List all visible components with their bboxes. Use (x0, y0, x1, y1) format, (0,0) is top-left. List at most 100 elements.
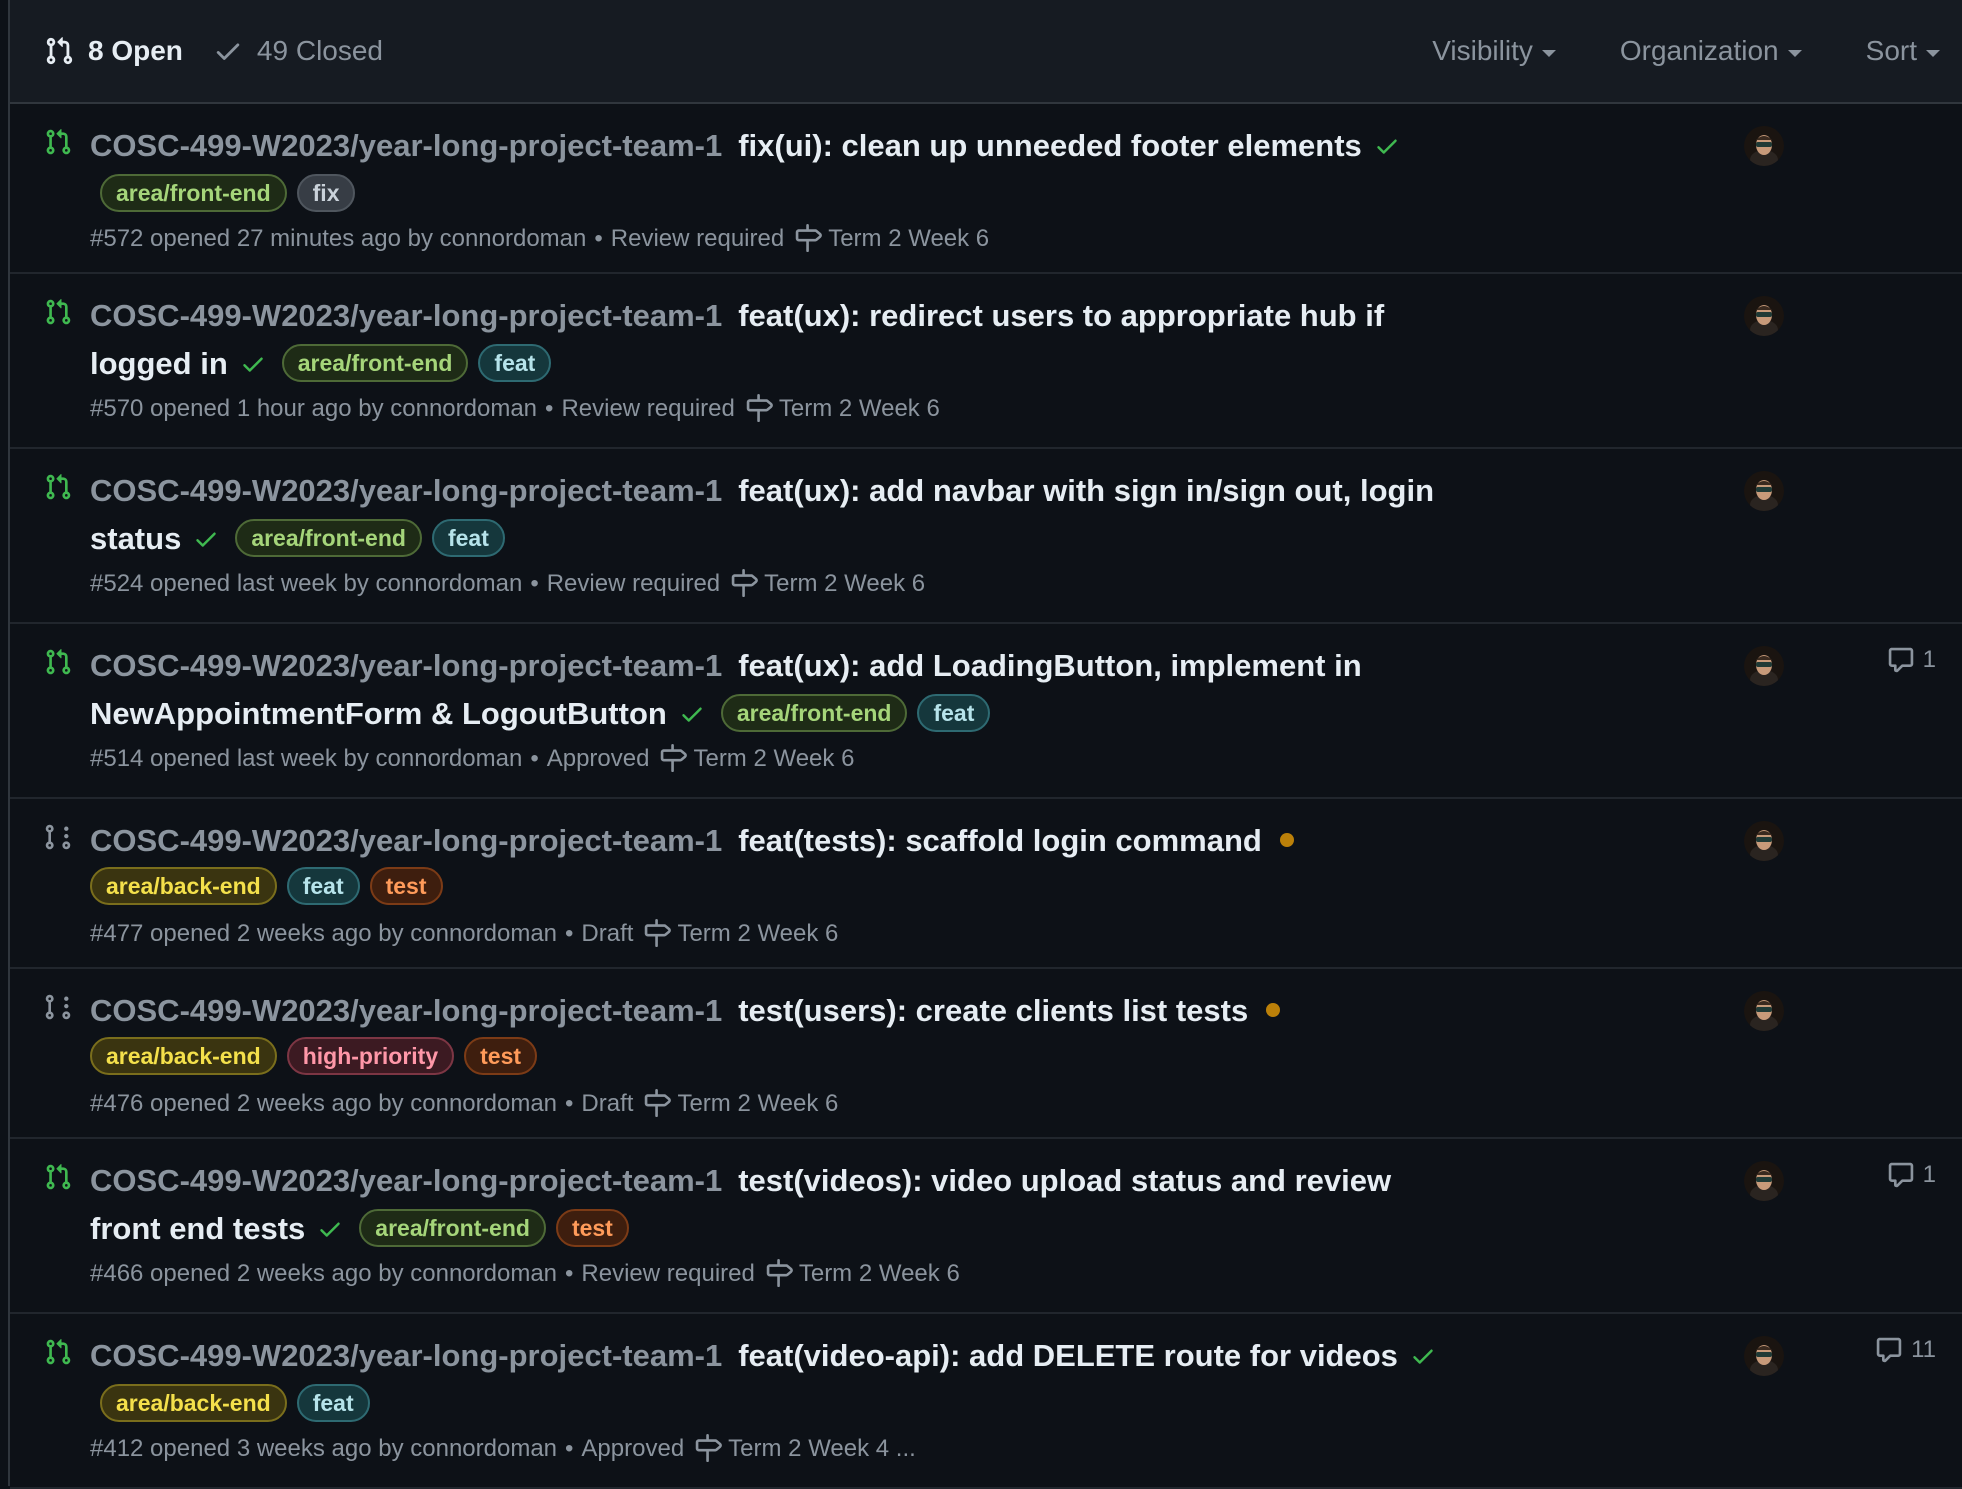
milestone-icon (661, 743, 688, 772)
assignee-avatar[interactable] (1744, 646, 1784, 686)
milestone-link[interactable]: Term 2 Week 6 (764, 570, 925, 597)
milestone-link[interactable]: Term 2 Week 6 (779, 395, 940, 422)
visibility-dropdown[interactable]: Visibility (1432, 35, 1556, 67)
check-icon[interactable] (193, 526, 219, 552)
review-status[interactable]: Review required (547, 570, 720, 597)
pr-title-line: COSC-499-W2023/year-long-project-team-1 f… (90, 292, 1470, 388)
pr-title-link[interactable]: test(users): create clients list tests (738, 993, 1248, 1028)
label-tag[interactable]: feat (431, 518, 505, 557)
milestone-link[interactable]: Term 2 Week 6 (828, 225, 989, 252)
comments-link[interactable]: 1 (1887, 646, 1936, 674)
organization-label: Organization (1619, 35, 1779, 66)
label-tag[interactable]: test (464, 1036, 538, 1075)
check-icon[interactable] (679, 701, 705, 727)
assignee-avatar[interactable] (1744, 821, 1784, 861)
label-tag[interactable]: feat (478, 343, 552, 382)
milestone-link[interactable]: Term 2 Week 6 (693, 745, 854, 772)
pr-meta: #514 opened last week by connordoman • App… (90, 740, 1470, 778)
review-status[interactable]: Draft (581, 920, 633, 947)
organization-dropdown[interactable]: Organization (1620, 35, 1802, 67)
comments-link[interactable]: 11 (1875, 1336, 1936, 1364)
open-filter[interactable]: 8 Open (44, 35, 183, 67)
pr-content: COSC-499-W2023/year-long-project-team-1 f… (90, 467, 1470, 603)
label-tag[interactable]: area/front-end (359, 1208, 546, 1247)
label-tag[interactable]: area/back-end (90, 1036, 277, 1075)
pr-title-link[interactable]: fix(ui): clean up unneeded footer elemen… (738, 128, 1362, 163)
milestone-link[interactable]: Term 2 Week 4 ... (728, 1435, 916, 1462)
check-icon[interactable] (1410, 1343, 1436, 1369)
review-status[interactable]: Approved (581, 1435, 684, 1462)
comment-icon (1888, 1162, 1913, 1188)
pull-request-icon (46, 129, 71, 155)
pr-row[interactable]: COSC-499-W2023/year-long-project-team-1 f… (10, 624, 1962, 799)
label-tag[interactable]: area/front-end (720, 693, 908, 732)
avatar-image (1744, 296, 1784, 336)
review-status[interactable]: Review required (581, 1260, 754, 1287)
repo-link[interactable]: COSC-499-W2023/year-long-project-team-1 (90, 823, 722, 858)
pr-title-line: COSC-499-W2023/year-long-project-team-1 f… (90, 467, 1470, 563)
review-status[interactable]: Review required (611, 225, 784, 252)
label-tag[interactable]: feat (296, 1383, 370, 1422)
review-status[interactable]: Draft (581, 1090, 633, 1117)
label-tag[interactable]: area/front-end (281, 343, 469, 382)
pr-row[interactable]: COSC-499-W2023/year-long-project-team-1 f… (10, 449, 1962, 624)
pending-status-dot[interactable] (1266, 1002, 1281, 1017)
sort-label: Sort (1865, 35, 1917, 66)
pull-request-list: 8 Open 49 Closed Visibility Organization… (8, 0, 1962, 1489)
pending-status-dot[interactable] (1279, 832, 1294, 847)
milestone-icon (695, 1433, 723, 1462)
label-tag[interactable]: area/front-end (235, 518, 422, 557)
pr-meta: #572 opened 27 minutes ago by connordoma… (90, 220, 1470, 258)
label-tag[interactable]: area/back-end (100, 1383, 287, 1422)
pr-row[interactable]: COSC-499-W2023/year-long-project-team-1 f… (10, 799, 1962, 969)
label-tag[interactable]: test (369, 866, 443, 905)
comment-count: 11 (1911, 1336, 1936, 1363)
pr-title-link[interactable]: feat(tests): scaffold login command (738, 823, 1262, 858)
pull-request-icon (46, 474, 71, 500)
milestone-icon (645, 918, 672, 947)
closed-filter[interactable]: 49 Closed (213, 35, 383, 67)
label-tag[interactable]: feat (917, 693, 991, 732)
label-tag[interactable]: feat (286, 866, 360, 905)
repo-link[interactable]: COSC-499-W2023/year-long-project-team-1 (90, 128, 722, 163)
repo-link[interactable]: COSC-499-W2023/year-long-project-team-1 (90, 298, 722, 333)
label-tag[interactable]: fix (296, 173, 356, 212)
milestone-link[interactable]: Term 2 Week 6 (677, 920, 838, 947)
check-icon[interactable] (1374, 133, 1400, 159)
check-icon[interactable] (317, 1216, 343, 1242)
review-status[interactable]: Review required (561, 395, 734, 422)
milestone-link[interactable]: Term 2 Week 6 (677, 1090, 838, 1117)
pr-title-line: COSC-499-W2023/year-long-project-team-1 f… (90, 1332, 1470, 1428)
repo-link[interactable]: COSC-499-W2023/year-long-project-team-1 (90, 648, 722, 683)
repo-link[interactable]: COSC-499-W2023/year-long-project-team-1 (90, 473, 722, 508)
review-status[interactable]: Approved (547, 745, 650, 772)
label-tag[interactable]: test (555, 1208, 629, 1247)
pr-row[interactable]: COSC-499-W2023/year-long-project-team-1 f… (10, 1314, 1962, 1489)
pr-title-link[interactable]: feat(video-api): add DELETE route for vi… (738, 1338, 1398, 1373)
repo-link[interactable]: COSC-499-W2023/year-long-project-team-1 (90, 1338, 722, 1373)
repo-link[interactable]: COSC-499-W2023/year-long-project-team-1 (90, 993, 722, 1028)
assignee-avatar[interactable] (1744, 296, 1784, 336)
assignee-avatar[interactable] (1744, 991, 1784, 1031)
milestone-link[interactable]: Term 2 Week 6 (799, 1260, 960, 1287)
assignee-avatar[interactable] (1744, 1161, 1784, 1201)
assignee-avatar[interactable] (1744, 126, 1784, 166)
caret-down-icon (1787, 49, 1802, 57)
comments-link[interactable]: 1 (1887, 1161, 1936, 1189)
label-tag[interactable]: area/front-end (100, 173, 287, 212)
assignee-avatar[interactable] (1744, 471, 1784, 511)
label-tag[interactable]: high-priority (286, 1036, 455, 1075)
pull-request-icon (46, 1339, 71, 1365)
sort-dropdown[interactable]: Sort (1866, 35, 1940, 67)
pr-row[interactable]: COSC-499-W2023/year-long-project-team-1 f… (10, 274, 1962, 449)
pr-opened-info: #466 opened 2 weeks ago by connordoman (90, 1260, 558, 1287)
label-tag[interactable]: area/back-end (90, 866, 277, 905)
pr-row[interactable]: COSC-499-W2023/year-long-project-team-1 t… (10, 1139, 1962, 1314)
assignee-avatar[interactable] (1744, 1336, 1784, 1376)
check-icon[interactable] (240, 351, 266, 377)
pr-opened-info: #477 opened 2 weeks ago by connordoman (90, 920, 558, 947)
pr-row[interactable]: COSC-499-W2023/year-long-project-team-1 t… (10, 969, 1962, 1139)
pr-row[interactable]: COSC-499-W2023/year-long-project-team-1 f… (10, 104, 1962, 274)
repo-link[interactable]: COSC-499-W2023/year-long-project-team-1 (90, 1163, 722, 1198)
check-icon (216, 43, 240, 60)
